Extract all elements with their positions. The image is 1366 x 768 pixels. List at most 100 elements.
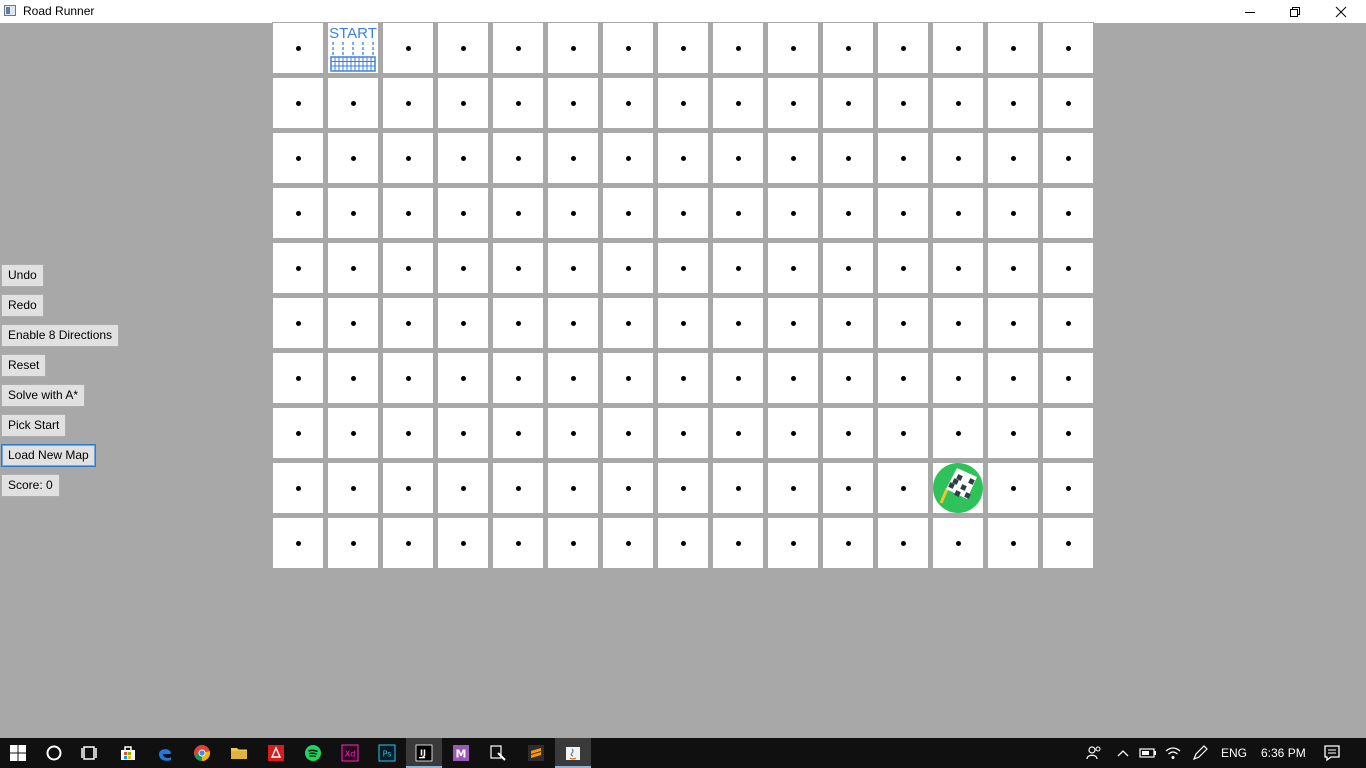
grid-cell[interactable]: [383, 188, 433, 238]
grid-cell[interactable]: [768, 23, 818, 73]
grid-cell[interactable]: [658, 408, 708, 458]
grid-cell[interactable]: [328, 518, 378, 568]
grid-cell[interactable]: [823, 23, 873, 73]
grid-cell[interactable]: [768, 133, 818, 183]
grid-cell[interactable]: [713, 188, 763, 238]
grid-cell[interactable]: [878, 133, 928, 183]
grid-cell[interactable]: [933, 188, 983, 238]
grid-cell[interactable]: [823, 518, 873, 568]
restore-icon[interactable]: [1272, 0, 1318, 23]
grid-cell[interactable]: [878, 298, 928, 348]
close-icon[interactable]: [1318, 0, 1364, 23]
grid-cell[interactable]: [603, 188, 653, 238]
grid-cell[interactable]: [988, 518, 1038, 568]
grid-cell[interactable]: [273, 243, 323, 293]
grid-cell[interactable]: [768, 353, 818, 403]
meister-icon[interactable]: M: [451, 743, 471, 763]
grid-cell[interactable]: [1043, 188, 1093, 238]
grid-cell[interactable]: [548, 298, 598, 348]
grid-cell[interactable]: [1043, 243, 1093, 293]
grid-cell[interactable]: [383, 298, 433, 348]
grid-cell[interactable]: [383, 408, 433, 458]
grid-cell[interactable]: [713, 243, 763, 293]
grid-cell[interactable]: [933, 463, 983, 513]
grid-cell[interactable]: [823, 298, 873, 348]
grid-cell[interactable]: [878, 353, 928, 403]
battery-icon[interactable]: [1138, 743, 1158, 763]
grid-cell[interactable]: [383, 23, 433, 73]
grid-cell[interactable]: [878, 23, 928, 73]
grid-cell[interactable]: [768, 518, 818, 568]
grid-cell[interactable]: [603, 408, 653, 458]
grid-cell[interactable]: [273, 298, 323, 348]
grid-cell[interactable]: [1043, 463, 1093, 513]
photoshop-icon[interactable]: Ps: [377, 743, 397, 763]
grid-cell[interactable]: [933, 518, 983, 568]
reset-button[interactable]: Reset: [1, 354, 47, 377]
grid-cell[interactable]: [1043, 23, 1093, 73]
grid-cell[interactable]: [988, 243, 1038, 293]
grid-cell[interactable]: [823, 463, 873, 513]
grid-cell[interactable]: [273, 353, 323, 403]
grid-cell[interactable]: [658, 298, 708, 348]
cortana-search-icon[interactable]: [44, 743, 64, 763]
grid-cell[interactable]: [383, 133, 433, 183]
adobe-xd-icon[interactable]: Xd: [340, 743, 360, 763]
grid-cell[interactable]: [603, 353, 653, 403]
grid-cell[interactable]: [493, 298, 543, 348]
undo-button[interactable]: Undo: [1, 264, 44, 287]
pick-start-button[interactable]: Pick Start: [1, 414, 67, 437]
solve-a-star-button[interactable]: Solve with A*: [1, 384, 86, 407]
pen-workspace-icon[interactable]: [1190, 743, 1210, 763]
grid-cell[interactable]: [548, 463, 598, 513]
people-icon[interactable]: [1084, 743, 1104, 763]
grid-cell[interactable]: [493, 23, 543, 73]
grid-cell[interactable]: [438, 243, 488, 293]
grid-cell[interactable]: [493, 463, 543, 513]
grid-cell[interactable]: [878, 243, 928, 293]
grid-cell[interactable]: [438, 463, 488, 513]
grid-cell[interactable]: [988, 353, 1038, 403]
grid-cell[interactable]: [823, 353, 873, 403]
grid-cell[interactable]: [493, 408, 543, 458]
grid-cell[interactable]: [603, 78, 653, 128]
grid-cell[interactable]: [383, 353, 433, 403]
grid-cell[interactable]: [603, 518, 653, 568]
grid-cell[interactable]: [603, 463, 653, 513]
spotify-icon[interactable]: [303, 743, 323, 763]
grid-cell[interactable]: [988, 133, 1038, 183]
grid-cell[interactable]: [438, 408, 488, 458]
minimize-icon[interactable]: [1227, 0, 1273, 23]
language-indicator[interactable]: ENG: [1221, 746, 1247, 760]
grid-cell[interactable]: [273, 188, 323, 238]
grid-cell[interactable]: [933, 23, 983, 73]
grid-cell[interactable]: [493, 188, 543, 238]
grid-cell[interactable]: [273, 23, 323, 73]
grid-cell[interactable]: [933, 78, 983, 128]
grid-cell[interactable]: [493, 243, 543, 293]
grid-cell[interactable]: [658, 133, 708, 183]
grid-cell[interactable]: [713, 298, 763, 348]
grid-cell[interactable]: [988, 298, 1038, 348]
grid-cell[interactable]: [933, 133, 983, 183]
java-app-icon[interactable]: [563, 743, 583, 763]
grid-cell[interactable]: [823, 243, 873, 293]
grid-cell[interactable]: [603, 243, 653, 293]
app-tool-icon[interactable]: [488, 743, 508, 763]
grid-cell[interactable]: [878, 188, 928, 238]
grid-cell[interactable]: [988, 188, 1038, 238]
chrome-icon[interactable]: [192, 743, 212, 763]
edge-icon[interactable]: [155, 743, 175, 763]
grid-cell[interactable]: [273, 133, 323, 183]
grid-cell[interactable]: [658, 23, 708, 73]
grid-cell[interactable]: [328, 78, 378, 128]
grid-cell[interactable]: [878, 518, 928, 568]
grid-cell[interactable]: [383, 78, 433, 128]
grid-cell[interactable]: [658, 353, 708, 403]
file-explorer-icon[interactable]: [229, 743, 249, 763]
grid-cell[interactable]: [493, 353, 543, 403]
grid-cell[interactable]: [988, 463, 1038, 513]
grid-cell[interactable]: [438, 133, 488, 183]
grid-cell[interactable]: [768, 463, 818, 513]
grid-cell[interactable]: [603, 23, 653, 73]
